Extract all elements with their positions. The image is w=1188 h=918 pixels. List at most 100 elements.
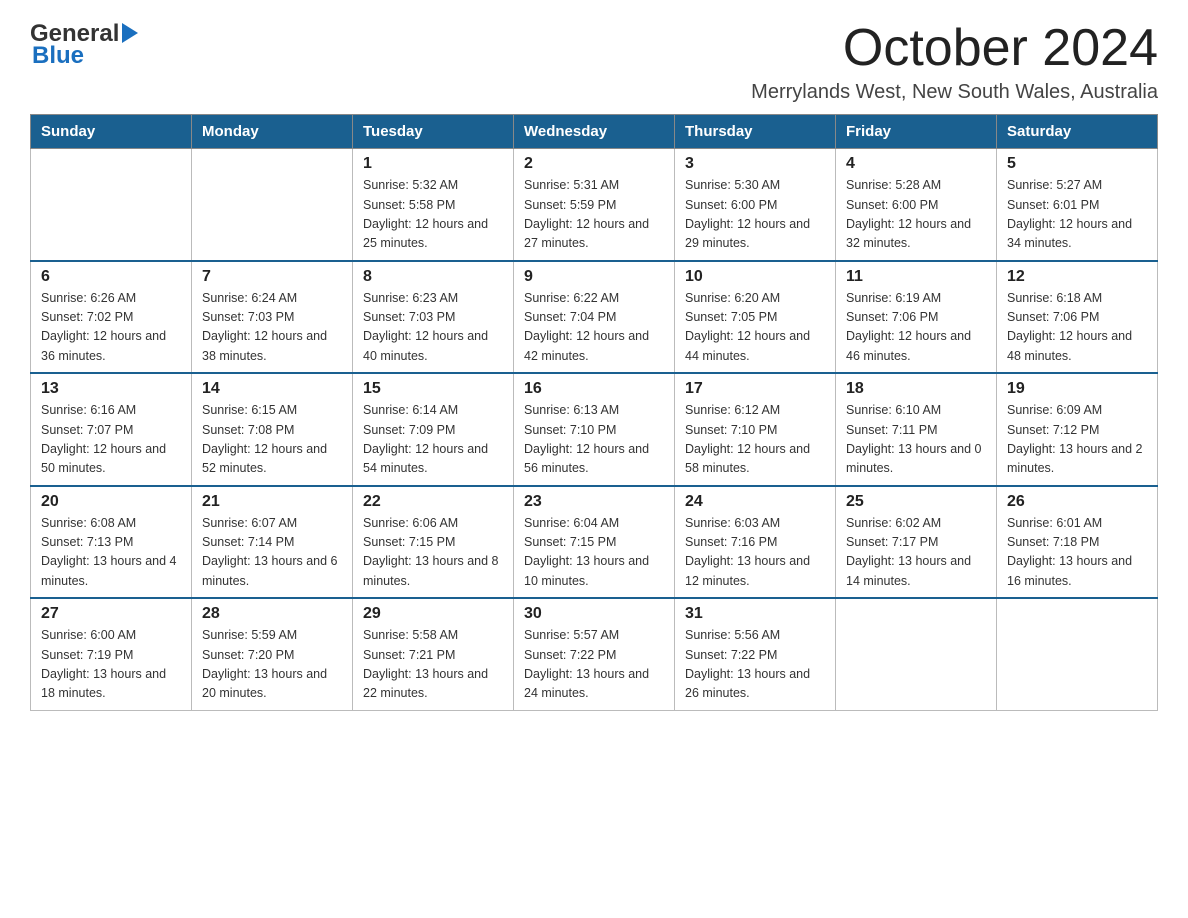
day-info: Sunrise: 5:59 AMSunset: 7:20 PMDaylight:… — [202, 626, 342, 704]
day-info: Sunrise: 6:24 AMSunset: 7:03 PMDaylight:… — [202, 289, 342, 367]
day-info: Sunrise: 5:58 AMSunset: 7:21 PMDaylight:… — [363, 626, 503, 704]
daylight-text: Daylight: 13 hours and 2 minutes. — [1007, 440, 1147, 479]
sunrise-text: Sunrise: 5:32 AM — [363, 176, 503, 195]
day-number: 31 — [685, 605, 825, 623]
sunrise-text: Sunrise: 5:30 AM — [685, 176, 825, 195]
day-info: Sunrise: 6:02 AMSunset: 7:17 PMDaylight:… — [846, 514, 986, 592]
day-number: 20 — [41, 493, 181, 511]
day-number: 23 — [524, 493, 664, 511]
calendar-cell: 22Sunrise: 6:06 AMSunset: 7:15 PMDayligh… — [353, 486, 514, 599]
day-number: 3 — [685, 155, 825, 173]
sunrise-text: Sunrise: 6:16 AM — [41, 401, 181, 420]
sunset-text: Sunset: 7:09 PM — [363, 421, 503, 440]
calendar-cell: 28Sunrise: 5:59 AMSunset: 7:20 PMDayligh… — [192, 598, 353, 710]
calendar-table: SundayMondayTuesdayWednesdayThursdayFrid… — [30, 114, 1158, 711]
calendar-header-tuesday: Tuesday — [353, 115, 514, 149]
daylight-text: Daylight: 12 hours and 42 minutes. — [524, 327, 664, 366]
day-number: 13 — [41, 380, 181, 398]
day-info: Sunrise: 6:23 AMSunset: 7:03 PMDaylight:… — [363, 289, 503, 367]
sunset-text: Sunset: 7:20 PM — [202, 646, 342, 665]
calendar-cell: 31 Sunrise: 5:56 AMSunset: 7:22 PMDayligh… — [675, 598, 836, 710]
day-info: Sunrise: 5:56 AMSunset: 7:22 PMDaylight:… — [685, 626, 825, 704]
calendar-cell: 13Sunrise: 6:16 AMSunset: 7:07 PMDayligh… — [31, 373, 192, 486]
calendar-cell: 3Sunrise: 5:30 AMSunset: 6:00 PMDaylight… — [675, 149, 836, 261]
sunrise-text: Sunrise: 6:24 AM — [202, 289, 342, 308]
sunset-text: Sunset: 7:19 PM — [41, 646, 181, 665]
calendar-cell: 27Sunrise: 6:00 AMSunset: 7:19 PMDayligh… — [31, 598, 192, 710]
sunset-text: Sunset: 7:18 PM — [1007, 533, 1147, 552]
day-info: Sunrise: 6:19 AMSunset: 7:06 PMDaylight:… — [846, 289, 986, 367]
sunrise-text: Sunrise: 5:56 AM — [685, 626, 825, 645]
sunset-text: Sunset: 7:06 PM — [846, 308, 986, 327]
day-number: 11 — [846, 268, 986, 286]
day-info: Sunrise: 6:14 AMSunset: 7:09 PMDaylight:… — [363, 401, 503, 479]
daylight-text: Daylight: 12 hours and 44 minutes. — [685, 327, 825, 366]
sunrise-text: Sunrise: 6:13 AM — [524, 401, 664, 420]
daylight-text: Daylight: 12 hours and 38 minutes. — [202, 327, 342, 366]
daylight-text: Daylight: 12 hours and 50 minutes. — [41, 440, 181, 479]
day-number: 18 — [846, 380, 986, 398]
calendar-cell — [31, 149, 192, 261]
sunset-text: Sunset: 6:00 PM — [846, 196, 986, 215]
calendar-cell: 17Sunrise: 6:12 AMSunset: 7:10 PMDayligh… — [675, 373, 836, 486]
day-info: Sunrise: 6:26 AMSunset: 7:02 PMDaylight:… — [41, 289, 181, 367]
day-number: 30 — [524, 605, 664, 623]
day-info: Sunrise: 6:01 AMSunset: 7:18 PMDaylight:… — [1007, 514, 1147, 592]
day-number: 21 — [202, 493, 342, 511]
sunrise-text: Sunrise: 6:18 AM — [1007, 289, 1147, 308]
sunset-text: Sunset: 6:01 PM — [1007, 196, 1147, 215]
calendar-week-row: 27 Sunrise: 6:00 AMSunset: 7:19 PM Dayligh… — [31, 598, 1158, 710]
sunset-text: Sunset: 7:02 PM — [41, 308, 181, 327]
sunset-text: Sunset: 7:22 PM — [524, 646, 664, 665]
calendar-cell: 5Sunrise: 5:27 AMSunset: 6:01 PMDaylight… — [997, 149, 1158, 261]
day-number: 1 — [363, 155, 503, 173]
calendar-week-row: 1Sunrise: 5:32 AMSunset: 5:58 PMDaylight… — [31, 149, 1158, 261]
daylight-text: Daylight: 12 hours and 48 minutes. — [1007, 327, 1147, 366]
sunrise-text: Sunrise: 6:01 AM — [1007, 514, 1147, 533]
day-number: 4 — [846, 155, 986, 173]
daylight-text: Daylight: 12 hours and 25 minutes. — [363, 215, 503, 254]
daylight-text: Daylight: 12 hours and 32 minutes. — [846, 215, 986, 254]
daylight-text: Daylight: 12 hours and 56 minutes. — [524, 440, 664, 479]
calendar-cell: 7Sunrise: 6:24 AMSunset: 7:03 PMDaylight… — [192, 261, 353, 374]
sunrise-text: Sunrise: 6:00 AM — [41, 626, 181, 645]
day-info: Sunrise: 6:20 AMSunset: 7:05 PMDaylight:… — [685, 289, 825, 367]
day-info: Sunrise: 5:28 AMSunset: 6:00 PMDaylight:… — [846, 176, 986, 254]
calendar-cell: 26Sunrise: 6:01 AMSunset: 7:18 PMDayligh… — [997, 486, 1158, 599]
sunset-text: Sunset: 7:13 PM — [41, 533, 181, 552]
sunrise-text: Sunrise: 6:02 AM — [846, 514, 986, 533]
calendar-cell: 6 Sunrise: 6:26 AMSunset: 7:02 PMDaylight… — [31, 261, 192, 374]
day-number: 6 — [41, 268, 181, 286]
daylight-text: Daylight: 12 hours and 52 minutes. — [202, 440, 342, 479]
logo: General Blue — [30, 20, 138, 70]
calendar-cell: 30Sunrise: 5:57 AMSunset: 7:22 PMDayligh… — [514, 598, 675, 710]
sunrise-text: Sunrise: 6:12 AM — [685, 401, 825, 420]
day-info: Sunrise: 5:32 AMSunset: 5:58 PMDaylight:… — [363, 176, 503, 254]
day-number: 9 — [524, 268, 664, 286]
day-number: 2 — [524, 155, 664, 173]
sunrise-text: Sunrise: 6:14 AM — [363, 401, 503, 420]
day-info: Sunrise: 6:22 AMSunset: 7:04 PMDaylight:… — [524, 289, 664, 367]
daylight-text: Daylight: 13 hours and 26 minutes. — [685, 665, 825, 704]
sunset-text: Sunset: 6:00 PM — [685, 196, 825, 215]
day-number: 27 — [41, 605, 181, 623]
day-number: 10 — [685, 268, 825, 286]
sunset-text: Sunset: 5:58 PM — [363, 196, 503, 215]
month-title: October 2024 — [751, 20, 1158, 77]
day-info: Sunrise: 6:12 AMSunset: 7:10 PMDaylight:… — [685, 401, 825, 479]
sunset-text: Sunset: 7:17 PM — [846, 533, 986, 552]
day-info: Sunrise: 6:13 AMSunset: 7:10 PMDaylight:… — [524, 401, 664, 479]
day-info: Sunrise: 5:31 AMSunset: 5:59 PMDaylight:… — [524, 176, 664, 254]
calendar-cell: 2 Sunrise: 5:31 AMSunset: 5:59 PMDaylight… — [514, 149, 675, 261]
sunset-text: Sunset: 7:12 PM — [1007, 421, 1147, 440]
day-number: 15 — [363, 380, 503, 398]
calendar-cell: 16Sunrise: 6:13 AMSunset: 7:10 PMDayligh… — [514, 373, 675, 486]
calendar-cell: 14Sunrise: 6:15 AMSunset: 7:08 PMDayligh… — [192, 373, 353, 486]
sunrise-text: Sunrise: 6:09 AM — [1007, 401, 1147, 420]
day-number: 8 — [363, 268, 503, 286]
sunset-text: Sunset: 7:15 PM — [524, 533, 664, 552]
day-info: Sunrise: 6:10 AMSunset: 7:11 PMDaylight:… — [846, 401, 986, 479]
sunrise-text: Sunrise: 6:03 AM — [685, 514, 825, 533]
page-header: General Blue October 2024 Merrylands Wes… — [30, 20, 1158, 104]
daylight-text: Daylight: 13 hours and 22 minutes. — [363, 665, 503, 704]
